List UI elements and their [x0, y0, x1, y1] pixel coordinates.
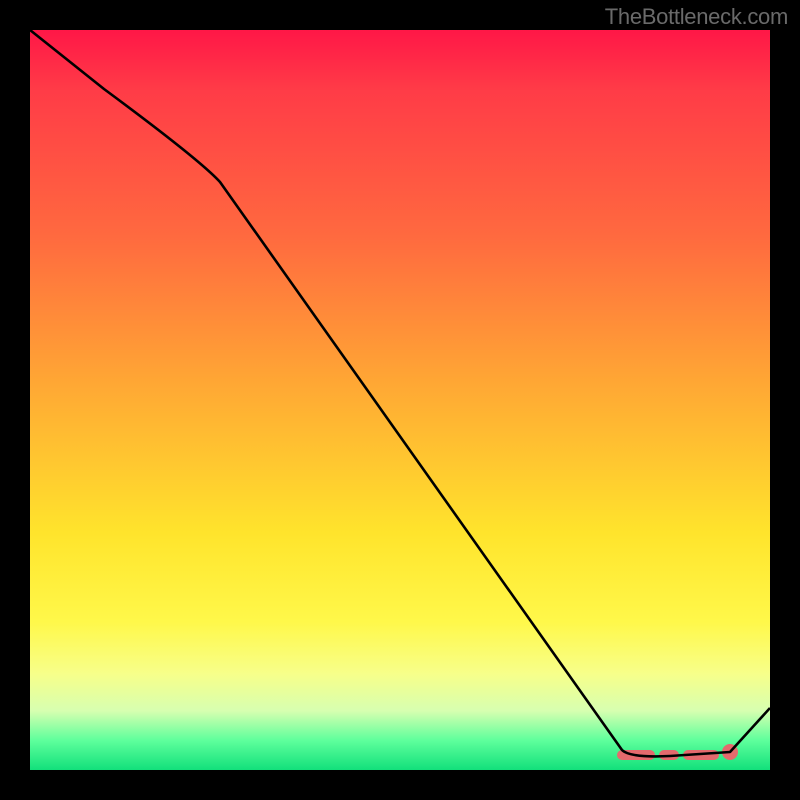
bottleneck-curve	[30, 30, 770, 756]
chart-container: TheBottleneck.com	[0, 0, 800, 800]
chart-overlay	[30, 30, 770, 770]
watermark-text: TheBottleneck.com	[605, 4, 788, 30]
plot-area	[30, 30, 770, 770]
